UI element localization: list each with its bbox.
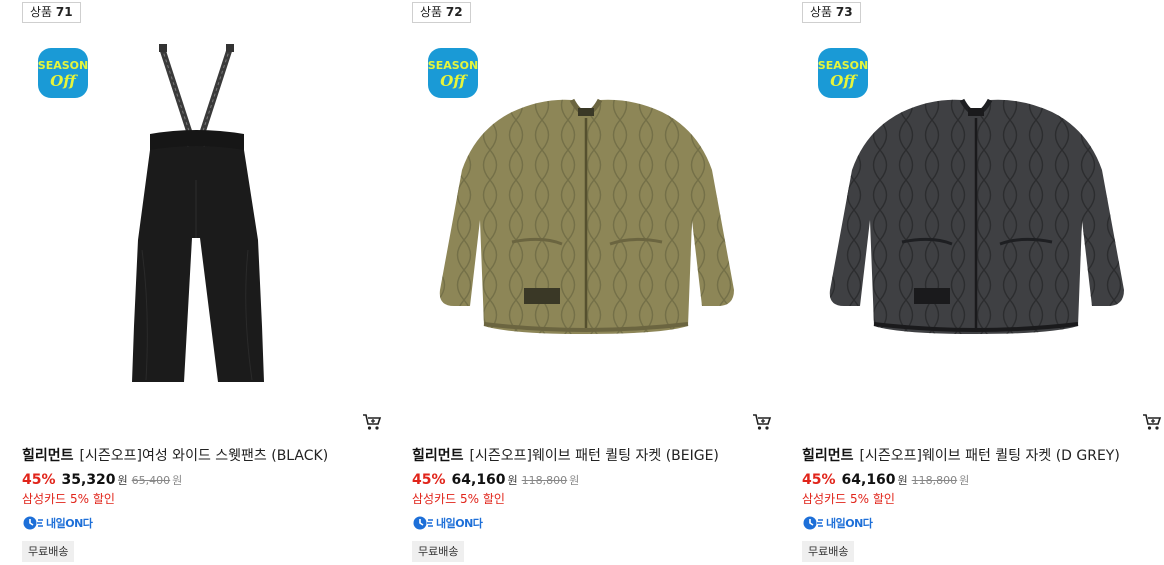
discount-rate: 45% (802, 472, 836, 488)
cart-icon[interactable] (1142, 413, 1162, 431)
price-row: 45% 35,320 원 65,400 원 (22, 471, 182, 490)
product-grid: 상품 71 SEASON Off 힐리먼트 [시즌오프]여성 와이드 스웻팬츠 … (0, 0, 1164, 565)
price-row: 45% 64,160 원 118,800 원 (802, 471, 969, 490)
currency-unit: 원 (897, 474, 908, 487)
brand-name: 힐리먼트 (802, 448, 854, 464)
sale-price: 35,320 (61, 472, 116, 488)
original-price: 118,800 (911, 474, 958, 487)
rank-label: 상품 71 (22, 2, 81, 23)
svg-text:SEASON: SEASON (818, 59, 868, 72)
season-off-badge: SEASON Off (428, 48, 478, 98)
delivery-tag-text: 내일ON다 (826, 517, 873, 530)
cart-icon[interactable] (752, 413, 772, 431)
tomorrow-delivery-badge: 내일ON다 (412, 515, 483, 531)
currency-unit: 원 (959, 474, 970, 487)
season-off-badge: SEASON Off (38, 48, 88, 98)
product-title[interactable]: 힐리먼트 [시즌오프]여성 와이드 스웻팬츠 (BLACK) (22, 447, 382, 466)
sale-price: 64,160 (841, 472, 896, 488)
product-name[interactable]: [시즌오프]웨이브 패턴 퀼팅 자켓 (BEIGE) (470, 448, 719, 464)
svg-text:SEASON: SEASON (38, 59, 88, 72)
rank-label: 상품 72 (412, 2, 471, 23)
product-card[interactable]: 상품 71 SEASON Off 힐리먼트 [시즌오프]여성 와이드 스웻팬츠 … (22, 0, 382, 565)
currency-unit: 원 (117, 474, 128, 487)
currency-unit: 원 (569, 474, 580, 487)
card-discount: 삼성카드 5% 할인 (22, 492, 115, 506)
tomorrow-delivery-badge: 내일ON다 (802, 515, 873, 531)
card-discount: 삼성카드 5% 할인 (802, 492, 895, 506)
tomorrow-delivery-badge: 내일ON다 (22, 515, 93, 531)
product-name[interactable]: [시즌오프]여성 와이드 스웻팬츠 (BLACK) (80, 448, 329, 464)
brand-name: 힐리먼트 (22, 448, 74, 464)
free-shipping-tag: 무료배송 (412, 541, 465, 562)
original-price: 65,400 (131, 474, 171, 487)
svg-text:Off: Off (830, 72, 858, 90)
discount-rate: 45% (412, 472, 446, 488)
free-shipping-tag: 무료배송 (802, 541, 855, 562)
delivery-truck-icon (22, 516, 44, 530)
brand-name: 힐리먼트 (412, 448, 464, 464)
product-card[interactable]: 상품 72 SEASON Off 힐리먼트 [시즌오프]웨이브 패턴 퀼팅 자켓… (412, 0, 772, 565)
product-name[interactable]: [시즌오프]웨이브 패턴 퀼팅 자켓 (D GREY) (860, 448, 1120, 464)
product-card[interactable]: 상품 73 SEASON Off 힐리먼트 [시즌오프]웨이브 패턴 퀼팅 자켓… (802, 0, 1162, 565)
sale-price: 64,160 (451, 472, 506, 488)
season-off-badge: SEASON Off (818, 48, 868, 98)
svg-text:Off: Off (50, 72, 78, 90)
delivery-truck-icon (802, 516, 824, 530)
svg-text:Off: Off (440, 72, 468, 90)
delivery-truck-icon (412, 516, 434, 530)
product-title[interactable]: 힐리먼트 [시즌오프]웨이브 패턴 퀼팅 자켓 (D GREY) (802, 447, 1162, 466)
currency-unit: 원 (507, 474, 518, 487)
cart-icon[interactable] (362, 413, 382, 431)
delivery-tag-text: 내일ON다 (46, 517, 93, 530)
currency-unit: 원 (172, 474, 183, 487)
rank-label: 상품 73 (802, 2, 861, 23)
product-title[interactable]: 힐리먼트 [시즌오프]웨이브 패턴 퀼팅 자켓 (BEIGE) (412, 447, 772, 466)
svg-text:SEASON: SEASON (428, 59, 478, 72)
free-shipping-tag: 무료배송 (22, 541, 75, 562)
card-discount: 삼성카드 5% 할인 (412, 492, 505, 506)
price-row: 45% 64,160 원 118,800 원 (412, 471, 579, 490)
original-price: 118,800 (521, 474, 568, 487)
discount-rate: 45% (22, 472, 56, 488)
delivery-tag-text: 내일ON다 (436, 517, 483, 530)
